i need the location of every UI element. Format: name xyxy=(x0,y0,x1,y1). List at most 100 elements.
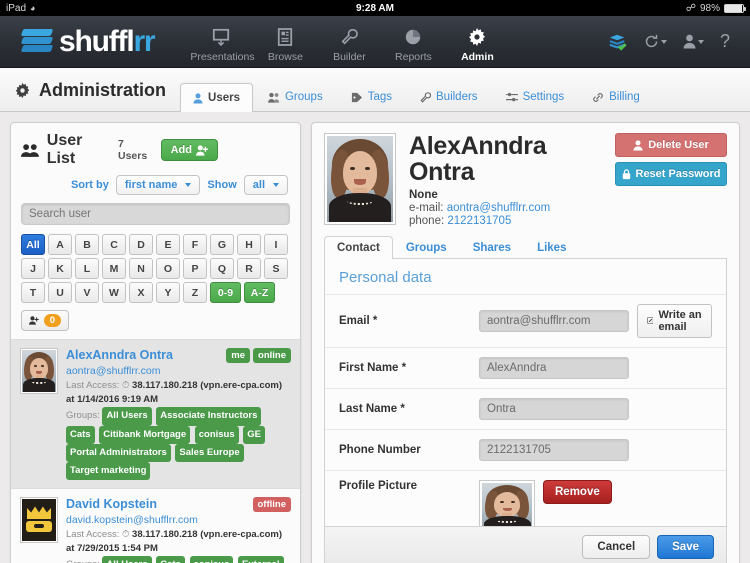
profile-phone-link[interactable]: 2122131705 xyxy=(447,215,511,227)
help-icon[interactable]: ? xyxy=(720,31,730,52)
nav-label: Presentations xyxy=(190,50,255,63)
group-tag[interactable]: conisus xyxy=(194,425,239,444)
tab-tags[interactable]: Tags xyxy=(338,82,405,111)
tab-shares[interactable]: Shares xyxy=(460,236,524,259)
alpha-button-digits[interactable]: 0-9 xyxy=(210,282,241,303)
user-menu-icon[interactable] xyxy=(683,34,704,49)
group-tag[interactable]: Citibank Mortgage xyxy=(99,425,191,444)
nav-item-admin[interactable]: Admin xyxy=(446,21,508,63)
sort-by-select[interactable]: first name xyxy=(115,175,201,195)
alpha-button-az[interactable]: A-Z xyxy=(244,282,275,303)
alpha-button[interactable]: A xyxy=(48,234,72,255)
alpha-button[interactable]: F xyxy=(183,234,207,255)
tab-contact[interactable]: Contact xyxy=(324,235,393,259)
nav-item-browse[interactable]: Browse xyxy=(254,21,316,63)
alpha-button[interactable]: W xyxy=(102,282,126,303)
alpha-button[interactable]: P xyxy=(183,258,207,279)
alpha-button[interactable]: R xyxy=(237,258,261,279)
alpha-button[interactable]: H xyxy=(237,234,261,255)
search-input[interactable] xyxy=(21,203,290,225)
group-tag[interactable]: All Users xyxy=(102,407,152,426)
section-title: Personal data xyxy=(339,268,432,286)
stack-logo-icon xyxy=(20,28,54,55)
nav-item-presentations[interactable]: Presentations xyxy=(190,21,255,63)
write-email-button[interactable]: Write an email xyxy=(637,303,712,338)
tag-icon xyxy=(351,92,363,103)
profile-email-link[interactable]: aontra@shufflrr.com xyxy=(447,202,551,214)
tab-builders[interactable]: Builders xyxy=(407,82,491,111)
group-tag[interactable]: All Users xyxy=(102,556,152,563)
group-tag[interactable]: conisus xyxy=(189,556,234,563)
group-tag[interactable]: Target marketing xyxy=(66,461,151,480)
nav-item-reports[interactable]: Reports xyxy=(382,21,444,63)
group-tag[interactable]: Cats xyxy=(66,425,95,444)
alpha-button[interactable]: L xyxy=(75,258,99,279)
tab-groups[interactable]: Groups xyxy=(255,82,336,111)
group-tag[interactable]: Associate Instructors xyxy=(156,407,262,426)
pending-users-button[interactable]: 0 xyxy=(21,310,69,331)
alpha-button[interactable]: I xyxy=(264,234,288,255)
alpha-button[interactable]: T xyxy=(21,282,45,303)
field-label: Profile Picture xyxy=(339,479,417,492)
email-label: e-mail: xyxy=(409,201,444,214)
profile-phone-line: phone: 2122131705 xyxy=(409,215,602,227)
alpha-button[interactable]: K xyxy=(48,258,72,279)
alpha-button[interactable]: U xyxy=(48,282,72,303)
alpha-button[interactable]: N xyxy=(129,258,153,279)
alpha-button[interactable]: O xyxy=(156,258,180,279)
browse-icon xyxy=(254,25,316,49)
write-email-label: Write an email xyxy=(658,308,702,333)
alpha-button[interactable]: X xyxy=(129,282,153,303)
alpha-button[interactable]: C xyxy=(102,234,126,255)
add-user-button[interactable]: Add xyxy=(160,139,218,161)
remove-picture-button[interactable]: Remove xyxy=(543,479,612,504)
alpha-button[interactable]: M xyxy=(102,258,126,279)
alpha-button-all[interactable]: All xyxy=(21,234,45,255)
lock-icon xyxy=(622,168,630,179)
alpha-button[interactable]: Z xyxy=(183,282,207,303)
sync-icon[interactable] xyxy=(644,34,667,49)
show-select[interactable]: all xyxy=(243,175,288,195)
stack-check-icon[interactable] xyxy=(608,33,628,51)
profile-role: None xyxy=(409,188,438,201)
group-tag[interactable]: GE xyxy=(243,425,266,444)
nav-item-builder[interactable]: Builder xyxy=(318,21,380,63)
last-name-field[interactable] xyxy=(479,397,629,420)
list-item[interactable]: David Kopstein david.kopstein@shufflrr.c… xyxy=(11,489,300,563)
tab-billing[interactable]: Billing xyxy=(579,82,653,111)
group-tag[interactable]: Sales Europe xyxy=(175,443,244,462)
alpha-button[interactable]: J xyxy=(21,258,45,279)
first-name-field[interactable] xyxy=(479,356,629,379)
brand-logo-link[interactable]: shufflrr xyxy=(20,26,156,57)
reset-password-label: Reset Password xyxy=(635,168,721,180)
tab-users[interactable]: Users xyxy=(180,83,253,112)
user-email[interactable]: aontra@shufflrr.com xyxy=(66,364,291,379)
alpha-button[interactable]: V xyxy=(75,282,99,303)
tab-groups[interactable]: Groups xyxy=(393,236,460,259)
gear-icon xyxy=(15,82,30,99)
save-button[interactable]: Save xyxy=(657,535,714,559)
alpha-button[interactable]: D xyxy=(129,234,153,255)
alpha-button[interactable]: E xyxy=(156,234,180,255)
phone-field[interactable] xyxy=(479,438,629,461)
tab-settings[interactable]: Settings xyxy=(493,82,578,111)
alpha-button[interactable]: G xyxy=(210,234,234,255)
list-item[interactable]: AlexAnndra Ontra aontra@shufflrr.com Las… xyxy=(11,340,300,489)
chevron-down-icon xyxy=(697,39,704,44)
email-field[interactable] xyxy=(479,309,629,332)
cancel-button[interactable]: Cancel xyxy=(582,535,651,559)
user-email[interactable]: david.kopstein@shufflrr.com xyxy=(66,513,291,528)
delete-user-button[interactable]: Delete User xyxy=(615,133,727,157)
alpha-button[interactable]: Q xyxy=(210,258,234,279)
alpha-button[interactable]: Y xyxy=(156,282,180,303)
clock-icon: ⏱ xyxy=(121,379,130,391)
group-tag[interactable]: Cats xyxy=(156,556,185,563)
alpha-button[interactable]: B xyxy=(75,234,99,255)
user-list-panel: User List 7 Users Add Sort by first name… xyxy=(10,122,301,563)
reset-password-button[interactable]: Reset Password xyxy=(615,162,727,186)
tab-likes[interactable]: Likes xyxy=(524,236,579,259)
group-tag[interactable]: External xyxy=(238,556,284,563)
alpha-button[interactable]: S xyxy=(264,258,288,279)
profile-header: AlexAnndra Ontra None e-mail: aontra@shu… xyxy=(312,123,739,227)
group-tag[interactable]: Portal Administrators xyxy=(66,443,171,462)
